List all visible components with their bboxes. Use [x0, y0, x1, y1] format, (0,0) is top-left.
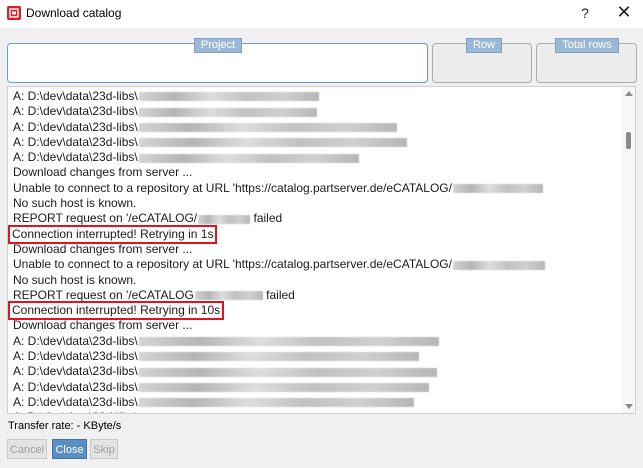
log-line: No such host is known. — [13, 273, 621, 288]
log-line-text: Unable to connect to a repository at URL… — [13, 180, 452, 195]
total-rows-group: Total rows — [536, 38, 637, 83]
row-legend: Row — [466, 38, 502, 53]
redacted-text — [138, 352, 419, 362]
redacted-text — [138, 337, 439, 347]
log-line-text: A: D:\dev\data\23d-libs\ — [13, 134, 138, 149]
close-window-button[interactable]: ✕ — [605, 0, 643, 28]
log-line-text: A: D:\dev\data\23d-libs\ — [13, 333, 138, 348]
log-line-text: Unable to connect to a repository at URL… — [13, 257, 452, 272]
log-line: No such host is known. — [13, 196, 621, 211]
log-line: Unable to connect to a repository at URL… — [13, 181, 621, 196]
log-line-highlighted: Connection interrupted! Retrying in 10s — [8, 301, 621, 321]
log-line-text: No such host is known. — [13, 196, 137, 211]
scroll-thumb[interactable] — [626, 132, 631, 149]
log-line-highlighted: Connection interrupted! Retrying in 1s — [8, 224, 621, 245]
transfer-rate-label: Transfer rate: - KByte/s — [8, 420, 122, 432]
log-line: A: D:\dev\data\23d-libs\ — [13, 380, 621, 395]
log-line-text: A: D:\dev\data\23d-libs\ — [13, 89, 138, 103]
help-button[interactable]: ? — [566, 0, 604, 28]
project-group: Project — [7, 38, 428, 83]
redacted-text — [138, 367, 437, 377]
scroll-down-icon[interactable] — [625, 404, 633, 409]
log-line: REPORT request on '/eCATALOG/ failed — [13, 211, 621, 226]
skip-button[interactable]: Skip — [90, 439, 118, 459]
log-line: A: D:\dev\data\23d-libs\ — [13, 150, 621, 165]
log-line: A: D:\dev\data\23d-libs\ — [13, 120, 621, 135]
redacted-text — [138, 138, 407, 148]
log-line: Download changes from server ... — [13, 165, 621, 180]
log-line-text: A: D:\dev\data\23d-libs\ — [13, 150, 138, 165]
log-line-text: A: D:\dev\data\23d-libs\ — [13, 349, 138, 364]
title-bar: Download catalog ? ✕ — [0, 0, 643, 28]
log-line-text: Connection interrupted! Retrying in 10s — [8, 301, 225, 321]
log-line-text: A: D:\dev\data\23d-libs\ — [13, 119, 138, 134]
redacted-text — [198, 214, 251, 224]
log-line-text: Download changes from server ... — [13, 318, 193, 333]
log-line-text: A: D:\dev\data\23d-libs\ — [13, 364, 138, 379]
log-line-suffix: failed — [262, 287, 295, 302]
window-title: Download catalog — [26, 6, 122, 20]
log-line: Download changes from server ... — [13, 242, 621, 257]
log-line: Unable to connect to a repository at URL… — [13, 257, 621, 272]
redacted-text — [138, 398, 414, 408]
log-line: A: D:\dev\data\23d-libs\ — [13, 89, 621, 104]
log-line: A: D:\dev\data\23d-libs\ — [13, 135, 621, 150]
log-line: A: D:\dev\data\23d-libs\ — [13, 395, 621, 410]
log-line: A: D:\dev\data\23d-libs\ — [13, 349, 621, 364]
log-lines: A: D:\dev\data\23d-libs\ A: D:\dev\data\2… — [8, 89, 621, 413]
redacted-text — [452, 260, 545, 270]
app-icon — [7, 6, 21, 20]
log-line-text: Connection interrupted! Retrying in 1s — [8, 224, 218, 245]
log-scrollbar[interactable] — [622, 87, 635, 413]
log-line-text: Download changes from server ... — [13, 241, 193, 256]
log-line-text: A: D:\dev\data\23d-libs\ — [13, 410, 138, 413]
redacted-text — [138, 122, 397, 132]
log-line-suffix: failed — [250, 211, 283, 226]
redacted-text — [138, 382, 429, 392]
log-line: A: D:\dev\data\23d-libs\ — [13, 364, 621, 379]
log-line-text: A: D:\dev\data\23d-libs\ — [13, 379, 138, 394]
log-line-text: No such host is known. — [13, 272, 137, 287]
project-legend: Project — [194, 38, 242, 53]
redacted-text — [194, 291, 263, 301]
total-rows-legend: Total rows — [555, 38, 619, 53]
log-line-text: Download changes from server ... — [13, 165, 193, 180]
scroll-up-icon[interactable] — [625, 91, 633, 96]
log-line: REPORT request on '/eCATALOG failed — [13, 288, 621, 303]
log-line: A: D:\dev\data\23d-libs\ — [13, 104, 621, 119]
redacted-text — [138, 92, 319, 102]
redacted-text — [452, 184, 543, 194]
log-output[interactable]: A: D:\dev\data\23d-libs\ A: D:\dev\data\2… — [7, 86, 636, 414]
redacted-text — [138, 153, 359, 163]
log-line-text: A: D:\dev\data\23d-libs\ — [13, 104, 138, 119]
log-line-text: REPORT request on '/eCATALOG/ — [13, 211, 198, 226]
log-line-text: A: D:\dev\data\23d-libs\ — [13, 394, 138, 409]
cancel-button[interactable]: Cancel — [7, 439, 47, 459]
log-line: A: D:\dev\data\23d-libs\ — [13, 334, 621, 349]
log-line-text: REPORT request on '/eCATALOG — [13, 287, 194, 302]
row-group: Row — [432, 38, 532, 83]
redacted-text — [138, 107, 317, 117]
log-line: A: D:\dev\data\23d-libs\ — [13, 410, 621, 413]
close-button[interactable]: Close — [52, 439, 87, 459]
log-line: Download changes from server ... — [13, 318, 621, 333]
